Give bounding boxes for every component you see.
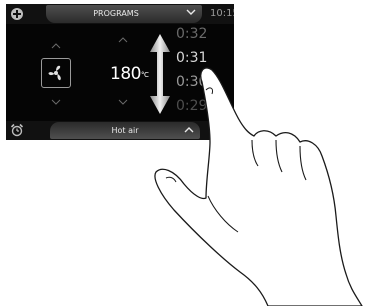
plus-circle-icon[interactable] xyxy=(11,8,23,20)
program-fan-button[interactable] xyxy=(41,58,71,88)
programs-menu-button[interactable]: PROGRAMS xyxy=(46,5,202,23)
temperature-down-icon[interactable] xyxy=(117,98,129,106)
clock-display: 10:15 xyxy=(210,8,234,19)
temperature-up-icon[interactable] xyxy=(117,36,129,44)
pointing-hand-icon xyxy=(154,67,363,306)
time-option[interactable]: 0:32 xyxy=(176,26,207,42)
top-bar: PROGRAMS 10:15 xyxy=(6,4,234,24)
programs-title: PROGRAMS xyxy=(93,9,139,18)
temperature-value: 180 xyxy=(110,64,141,84)
alarm-clock-icon[interactable] xyxy=(10,123,24,137)
chevron-down-icon xyxy=(186,9,196,15)
fan-scroll-down-icon[interactable] xyxy=(50,98,62,106)
fan-icon xyxy=(48,65,61,81)
fan-scroll-up-icon[interactable] xyxy=(50,42,62,50)
